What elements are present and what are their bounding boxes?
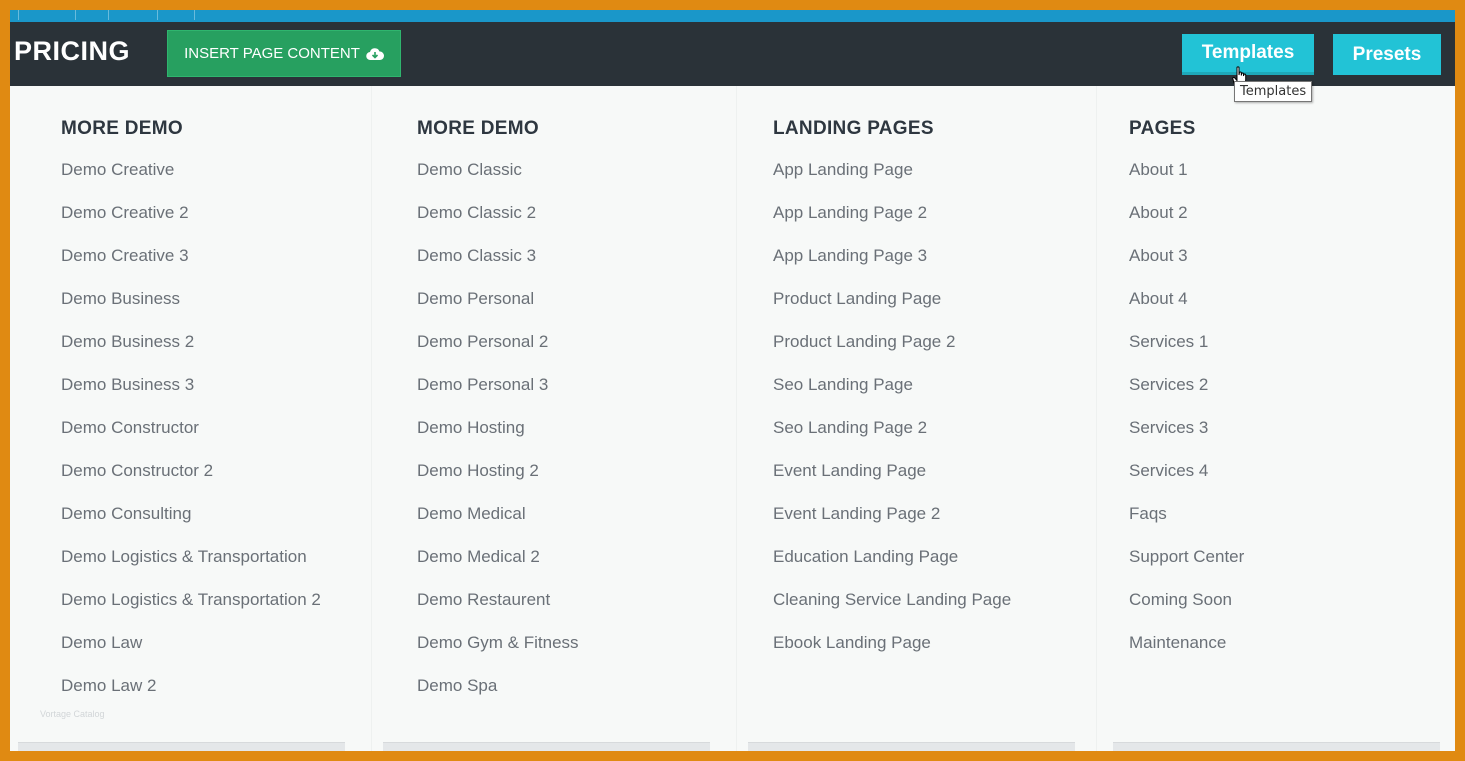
- menu-item[interactable]: Demo Hosting 2: [417, 461, 579, 504]
- menu-item[interactable]: Demo Restaurent: [417, 590, 579, 633]
- menu-item[interactable]: Coming Soon: [1129, 590, 1244, 633]
- menu-item[interactable]: Demo Logistics & Transportation: [61, 547, 321, 590]
- menu-item[interactable]: Demo Creative 3: [61, 246, 321, 289]
- bottom-panel-edge: [1113, 742, 1440, 751]
- cloud-download-icon: [366, 47, 384, 61]
- templates-button[interactable]: Templates: [1182, 34, 1314, 75]
- app-frame: PRICING INSERT PAGE CONTENT Templates Pr…: [10, 10, 1455, 751]
- menu-item[interactable]: Product Landing Page 2: [773, 332, 1011, 375]
- insert-button-label: INSERT PAGE CONTENT: [184, 45, 360, 62]
- menu-item[interactable]: App Landing Page 3: [773, 246, 1011, 289]
- menu-item[interactable]: Seo Landing Page: [773, 375, 1011, 418]
- menu-item[interactable]: Demo Business 3: [61, 375, 321, 418]
- bottom-panel-edge: [18, 742, 345, 751]
- menu-item[interactable]: About 4: [1129, 289, 1244, 332]
- page-title: PRICING: [14, 36, 131, 66]
- templates-dropdown-menu: MORE DEMO Demo Creative Demo Creative 2 De…: [10, 86, 1455, 751]
- column-divider: [736, 86, 737, 751]
- menu-item[interactable]: Maintenance: [1129, 633, 1244, 676]
- menu-column-landing-pages: LANDING PAGES App Landing Page App Landin…: [773, 118, 1011, 676]
- menu-item[interactable]: Support Center: [1129, 547, 1244, 590]
- column-divider: [371, 86, 372, 751]
- menu-item[interactable]: Seo Landing Page 2: [773, 418, 1011, 461]
- column-heading: MORE DEMO: [417, 118, 539, 139]
- menu-item[interactable]: Demo Classic 3: [417, 246, 579, 289]
- menu-item[interactable]: Demo Creative: [61, 160, 321, 203]
- menu-item[interactable]: Ebook Landing Page: [773, 633, 1011, 676]
- menu-item[interactable]: Demo Gym & Fitness: [417, 633, 579, 676]
- column-heading: LANDING PAGES: [773, 118, 934, 139]
- menu-item[interactable]: Demo Logistics & Transportation 2: [61, 590, 321, 633]
- menu-item[interactable]: Demo Hosting: [417, 418, 579, 461]
- watermark-text: Vortage Catalog: [40, 709, 105, 719]
- menu-item[interactable]: Event Landing Page 2: [773, 504, 1011, 547]
- menu-item[interactable]: About 2: [1129, 203, 1244, 246]
- menu-item[interactable]: Demo Constructor 2: [61, 461, 321, 504]
- column-heading: MORE DEMO: [61, 118, 183, 139]
- top-strip: [10, 10, 1455, 22]
- menu-item[interactable]: Demo Classic: [417, 160, 579, 203]
- menu-item[interactable]: Education Landing Page: [773, 547, 1011, 590]
- menu-item[interactable]: Demo Business: [61, 289, 321, 332]
- menu-item[interactable]: Demo Creative 2: [61, 203, 321, 246]
- menu-item[interactable]: Demo Constructor: [61, 418, 321, 461]
- menu-item[interactable]: App Landing Page: [773, 160, 1011, 203]
- menu-item[interactable]: Cleaning Service Landing Page: [773, 590, 1011, 633]
- menu-column-pages: PAGES About 1 About 2 About 3 About 4 Servic…: [1129, 118, 1244, 676]
- menu-item[interactable]: About 3: [1129, 246, 1244, 289]
- menu-item[interactable]: Demo Medical: [417, 504, 579, 547]
- bottom-panel-edge: [383, 742, 710, 751]
- menu-item[interactable]: Services 1: [1129, 332, 1244, 375]
- presets-button[interactable]: Presets: [1333, 34, 1441, 75]
- menu-item[interactable]: Event Landing Page: [773, 461, 1011, 504]
- menu-item[interactable]: Demo Personal 3: [417, 375, 579, 418]
- column-heading: PAGES: [1129, 118, 1196, 139]
- menu-item[interactable]: About 1: [1129, 160, 1244, 203]
- menu-item[interactable]: Product Landing Page: [773, 289, 1011, 332]
- menu-column-more-demo-1: MORE DEMO Demo Creative Demo Creative 2 De…: [61, 118, 321, 719]
- menu-item[interactable]: Demo Consulting: [61, 504, 321, 547]
- menu-item[interactable]: Services 3: [1129, 418, 1244, 461]
- menu-item[interactable]: Demo Spa: [417, 676, 579, 719]
- column-divider: [1096, 86, 1097, 751]
- menu-item[interactable]: Demo Law: [61, 633, 321, 676]
- menu-item[interactable]: Faqs: [1129, 504, 1244, 547]
- templates-tooltip: Templates: [1234, 81, 1313, 102]
- menu-item[interactable]: Services 2: [1129, 375, 1244, 418]
- menu-column-more-demo-2: MORE DEMO Demo Classic Demo Classic 2 Demo…: [417, 118, 579, 719]
- menu-item[interactable]: App Landing Page 2: [773, 203, 1011, 246]
- menu-item[interactable]: Demo Medical 2: [417, 547, 579, 590]
- bottom-panel-edge: [748, 742, 1075, 751]
- menu-item[interactable]: Demo Classic 2: [417, 203, 579, 246]
- menu-item[interactable]: Demo Personal 2: [417, 332, 579, 375]
- menu-item[interactable]: Demo Personal: [417, 289, 579, 332]
- menu-item[interactable]: Demo Business 2: [61, 332, 321, 375]
- menu-item[interactable]: Services 4: [1129, 461, 1244, 504]
- insert-page-content-button[interactable]: INSERT PAGE CONTENT: [167, 30, 401, 77]
